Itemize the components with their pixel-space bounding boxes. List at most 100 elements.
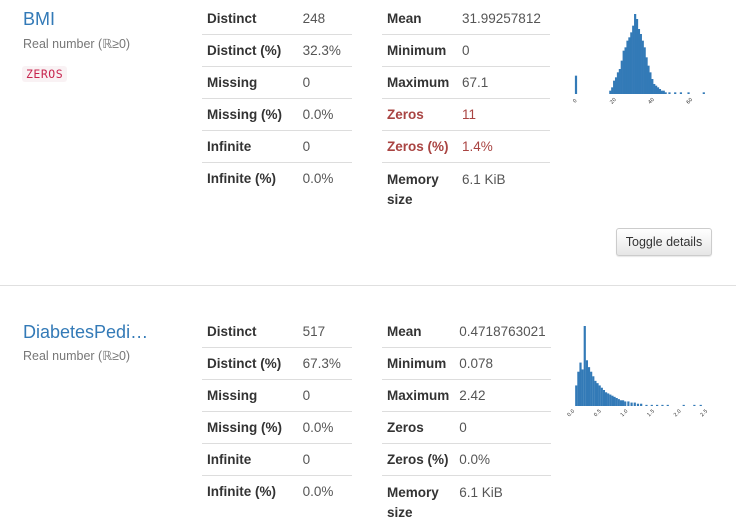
histogram-bar — [621, 61, 623, 94]
stat-value: 0.0% — [454, 444, 550, 476]
histogram-diabetes-pedigree[interactable]: 0.00.51.01.52.02.5 — [566, 322, 711, 422]
variable-type: Real number (ℝ≥0) — [23, 36, 130, 51]
histogram-tick-label: 1.0 — [620, 408, 630, 418]
stat-label: Distinct — [202, 316, 298, 348]
histogram-bar — [626, 41, 628, 94]
stat-value: 0.0% — [298, 476, 352, 508]
histogram-bar — [644, 47, 646, 94]
stats-table-right: Mean31.99257812 Minimum0 Maximum67.1 Zer… — [382, 3, 550, 216]
histogram-tick-label: 60 — [685, 97, 694, 106]
zeros-badge: ZEROS — [22, 66, 67, 82]
stat-row: Zeros0 — [382, 412, 551, 444]
histogram-bar — [603, 390, 605, 406]
histogram-bar — [661, 91, 663, 94]
stat-row: Infinite0 — [202, 444, 352, 476]
histogram-bar — [645, 405, 647, 406]
stat-value: 1.4% — [457, 131, 550, 163]
stat-row: Mean31.99257812 — [382, 3, 550, 35]
stat-label: Maximum — [382, 380, 454, 412]
stat-value: 0 — [298, 131, 352, 163]
histogram-bar — [620, 400, 622, 406]
histogram-bmi[interactable]: 0204060 — [570, 10, 710, 110]
stat-value: 0 — [298, 380, 352, 412]
stat-label: Infinite (%) — [202, 163, 298, 195]
histogram-bar — [651, 79, 653, 94]
histogram-bar — [586, 360, 588, 406]
histogram-tick-label: 2.0 — [673, 408, 683, 418]
histogram-bar — [617, 72, 619, 94]
histogram-bar — [674, 92, 676, 94]
histogram-bar — [575, 385, 577, 406]
variable-name[interactable]: BMI — [23, 9, 55, 30]
histogram-bar — [618, 399, 620, 406]
histogram-tick-label: 2.5 — [699, 408, 709, 418]
histogram-bar — [609, 395, 611, 406]
histogram-bar — [623, 51, 625, 94]
stat-value: 0.078 — [454, 348, 550, 380]
histogram-bar — [656, 405, 658, 406]
stat-row: Distinct (%)67.3% — [202, 348, 352, 380]
histogram-bar — [575, 76, 577, 94]
stat-value: 0.0% — [298, 412, 352, 444]
stat-row: Missing0 — [202, 67, 352, 99]
stat-row-alert: Zeros11 — [382, 99, 550, 131]
stat-value: 517 — [298, 316, 352, 348]
stat-value: 0 — [298, 444, 352, 476]
histogram-bar — [693, 405, 695, 406]
histogram-tick-label: 20 — [609, 97, 618, 106]
stats-table-left: Distinct248 Distinct (%)32.3% Missing0 M… — [202, 3, 352, 194]
histogram-tick-label: 0.0 — [566, 408, 576, 418]
histogram-bar — [634, 14, 636, 94]
stat-label: Missing — [202, 67, 298, 99]
histogram-bar — [642, 41, 644, 94]
stat-value: 0 — [454, 412, 550, 444]
histogram-bar — [630, 403, 632, 406]
stat-value: 32.3% — [298, 35, 352, 67]
histogram-bar — [624, 47, 626, 94]
histogram-bar — [582, 369, 584, 406]
stat-row: Minimum0 — [382, 35, 550, 67]
stat-row: Minimum0.078 — [382, 348, 551, 380]
stat-label: Minimum — [382, 348, 454, 380]
histogram-bar — [653, 84, 655, 94]
histogram-tick-label: 0 — [572, 98, 578, 104]
histogram-bar — [640, 404, 642, 406]
histogram-bar — [657, 87, 659, 94]
stat-value: 0.0% — [298, 99, 352, 131]
stat-row: Memory size6.1 KiB — [382, 476, 551, 529]
stat-label: Infinite — [202, 131, 298, 163]
toggle-details-button[interactable]: Toggle details — [616, 228, 712, 256]
stat-value: 67.1 — [457, 67, 550, 99]
histogram-bar — [687, 92, 689, 94]
stat-label: Distinct — [202, 3, 298, 35]
histogram-bar — [624, 401, 626, 406]
stat-value: 0.4718763021 — [454, 316, 550, 348]
stat-row: Maximum67.1 — [382, 67, 550, 99]
stat-value: 0 — [298, 67, 352, 99]
histogram-bar — [592, 376, 594, 406]
stat-row: Mean0.4718763021 — [382, 316, 551, 348]
histogram-bar — [615, 77, 617, 94]
variable-section-diabetes-pedigree: DiabetesPedi… Real number (ℝ≥0) Distinct… — [0, 286, 736, 512]
stat-row: Infinite (%)0.0% — [202, 163, 352, 195]
variable-name[interactable]: DiabetesPedi… — [23, 322, 148, 343]
histogram-bar — [613, 81, 615, 94]
stat-row: Zeros (%)0.0% — [382, 444, 551, 476]
variable-section-bmi: BMI Real number (ℝ≥0) ZEROS Distinct248 … — [0, 0, 736, 285]
stat-row: Missing0 — [202, 380, 352, 412]
histogram-bar — [647, 66, 649, 94]
histogram-bar — [645, 57, 647, 94]
stat-row: Distinct (%)32.3% — [202, 35, 352, 67]
stat-row: Distinct517 — [202, 316, 352, 348]
histogram-bar — [680, 92, 682, 94]
stat-row: Distinct248 — [202, 3, 352, 35]
stat-row: Infinite (%)0.0% — [202, 476, 352, 508]
histogram-bar — [651, 405, 653, 406]
stat-value: 0 — [457, 35, 550, 67]
histogram-bar — [584, 326, 586, 406]
stat-label: Mean — [382, 316, 454, 348]
histogram-bar — [588, 367, 590, 406]
histogram-bar — [632, 26, 634, 94]
histogram-bar — [628, 37, 630, 94]
variable-type: Real number (ℝ≥0) — [23, 348, 130, 363]
